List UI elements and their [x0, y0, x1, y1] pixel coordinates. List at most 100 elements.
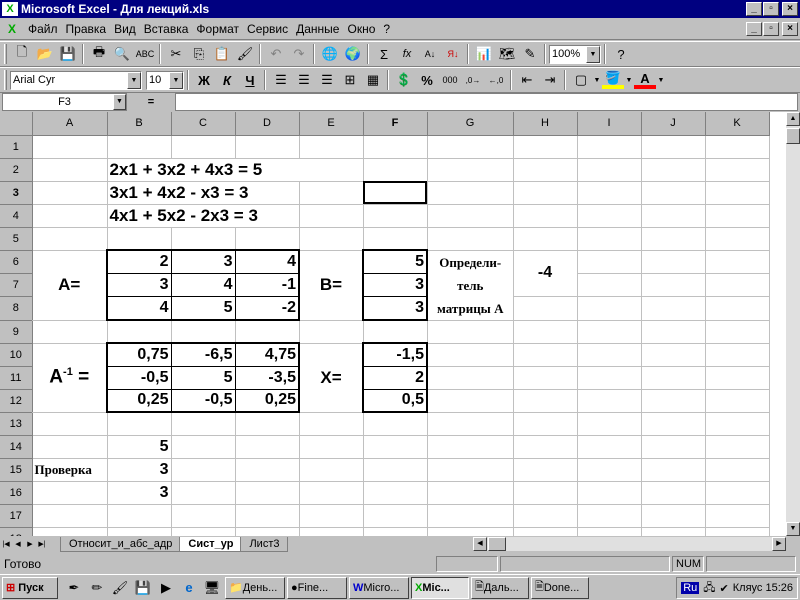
cell[interactable]: [577, 250, 642, 274]
quicklaunch-save-icon[interactable]: 💾: [132, 577, 154, 599]
cell[interactable]: [641, 250, 706, 274]
scroll-up-icon[interactable]: ▲: [786, 112, 800, 126]
cell[interactable]: [107, 227, 172, 251]
cell[interactable]: [641, 158, 706, 182]
equation-3[interactable]: 4x1 + 5x2 - 2x3 = 3: [107, 204, 300, 228]
determinant-label[interactable]: Определи- тель матрицы А: [427, 250, 514, 321]
cell[interactable]: [235, 412, 300, 436]
cell[interactable]: [299, 527, 364, 536]
cell[interactable]: [513, 389, 578, 413]
cell[interactable]: [235, 458, 300, 482]
col-header[interactable]: I: [577, 112, 642, 136]
scroll-down-icon[interactable]: ▼: [786, 522, 800, 536]
web-toolbar-icon[interactable]: 🌍: [342, 43, 364, 65]
align-left-icon[interactable]: ☰: [270, 69, 292, 91]
task-button[interactable]: W Micro...: [349, 576, 409, 599]
cell[interactable]: [235, 227, 300, 251]
cell[interactable]: [32, 227, 108, 251]
select-all-corner[interactable]: [0, 112, 33, 136]
menu-file[interactable]: Файл: [24, 22, 62, 36]
workbook-icon[interactable]: X: [4, 21, 20, 37]
cell[interactable]: [427, 435, 514, 459]
cell[interactable]: [32, 204, 108, 228]
cell[interactable]: [641, 412, 706, 436]
cell[interactable]: [363, 204, 428, 228]
cell[interactable]: [705, 181, 770, 205]
prev-sheet-icon[interactable]: ◀: [12, 538, 24, 552]
cell[interactable]: [705, 481, 770, 505]
menu-format[interactable]: Формат: [192, 22, 243, 36]
sort-ascending-icon[interactable]: A↓: [419, 43, 441, 65]
scroll-left-icon[interactable]: ◀: [473, 537, 487, 551]
row-header[interactable]: 8: [0, 296, 33, 321]
cell[interactable]: [577, 273, 642, 298]
cell[interactable]: [513, 158, 578, 182]
row-header[interactable]: 17: [0, 504, 33, 528]
row-header[interactable]: 15: [0, 458, 33, 482]
percent-button[interactable]: %: [416, 69, 438, 91]
cell[interactable]: [705, 504, 770, 528]
cell[interactable]: [32, 320, 108, 344]
cell[interactable]: [363, 458, 428, 482]
cell[interactable]: [705, 320, 770, 344]
print-icon[interactable]: 🖶: [88, 43, 110, 65]
cell[interactable]: [641, 296, 706, 321]
cell[interactable]: [705, 389, 770, 413]
row-header[interactable]: 6: [0, 250, 33, 274]
align-right-icon[interactable]: ☰: [316, 69, 338, 91]
increase-indent-icon[interactable]: ⇥: [539, 69, 561, 91]
check-cell[interactable]: 3: [107, 481, 172, 505]
drawing-icon[interactable]: ✎: [519, 43, 541, 65]
cell[interactable]: [577, 135, 642, 159]
menu-edit[interactable]: Правка: [62, 22, 111, 36]
fill-color-icon[interactable]: 🪣: [602, 70, 624, 89]
cell[interactable]: [235, 504, 300, 528]
col-header[interactable]: H: [513, 112, 578, 136]
cell[interactable]: [363, 412, 428, 436]
cell[interactable]: [363, 435, 428, 459]
row-header[interactable]: 7: [0, 273, 33, 298]
cell[interactable]: [513, 366, 578, 390]
cell[interactable]: [705, 527, 770, 536]
doc-minimize-button[interactable]: _: [746, 22, 762, 36]
merge-center-icon[interactable]: ⊞: [339, 69, 361, 91]
cell[interactable]: [107, 135, 172, 159]
cell[interactable]: [513, 412, 578, 436]
matrix-x-cell[interactable]: -1,5: [362, 342, 428, 367]
cell[interactable]: [363, 158, 428, 182]
inverse-matrix-cell[interactable]: 0,75: [106, 342, 172, 367]
cell[interactable]: [577, 227, 642, 251]
matrix-b-cell[interactable]: 3: [362, 273, 428, 298]
cell[interactable]: [705, 250, 770, 274]
font-select[interactable]: Arial Cyr ▼: [10, 70, 142, 90]
cell[interactable]: [705, 366, 770, 390]
cell[interactable]: [299, 481, 364, 505]
menu-tools[interactable]: Сервис: [243, 22, 292, 36]
inverse-matrix-cell[interactable]: 0,25: [235, 389, 300, 413]
col-header[interactable]: G: [427, 112, 514, 136]
task-button[interactable]: 📁 День...: [225, 576, 285, 599]
spreadsheet-grid[interactable]: A B C D E F G H I J K 1 2 2x1 + 3x2 + 4x…: [0, 112, 786, 536]
cell[interactable]: [641, 227, 706, 251]
decrease-indent-icon[interactable]: ⇤: [516, 69, 538, 91]
menu-help[interactable]: ?: [379, 22, 394, 36]
quicklaunch-pen-icon[interactable]: ✒: [63, 577, 85, 599]
quicklaunch-desktop-icon[interactable]: 🖥: [201, 577, 223, 599]
horizontal-scrollbar[interactable]: ◀ ▶: [473, 537, 786, 551]
matrix-a-cell[interactable]: 4: [106, 296, 172, 322]
cell[interactable]: [577, 458, 642, 482]
col-header[interactable]: D: [235, 112, 300, 136]
cell[interactable]: [577, 296, 642, 321]
cell[interactable]: [577, 389, 642, 413]
cell[interactable]: [299, 320, 364, 344]
borders-icon[interactable]: ▢: [570, 69, 592, 91]
chevron-down-icon[interactable]: ▼: [586, 45, 600, 63]
print-preview-icon[interactable]: 🔍: [111, 43, 133, 65]
chevron-down-icon[interactable]: ▼: [593, 69, 601, 91]
doc-restore-button[interactable]: ▫: [763, 22, 779, 36]
matrix-a-label[interactable]: A=: [32, 250, 108, 321]
start-button[interactable]: ⊞ Пуск: [2, 576, 58, 599]
quicklaunch-ie-icon[interactable]: e: [178, 577, 200, 599]
function-icon[interactable]: fx: [396, 43, 418, 65]
vertical-scrollbar[interactable]: ▲ ▼: [786, 112, 800, 536]
